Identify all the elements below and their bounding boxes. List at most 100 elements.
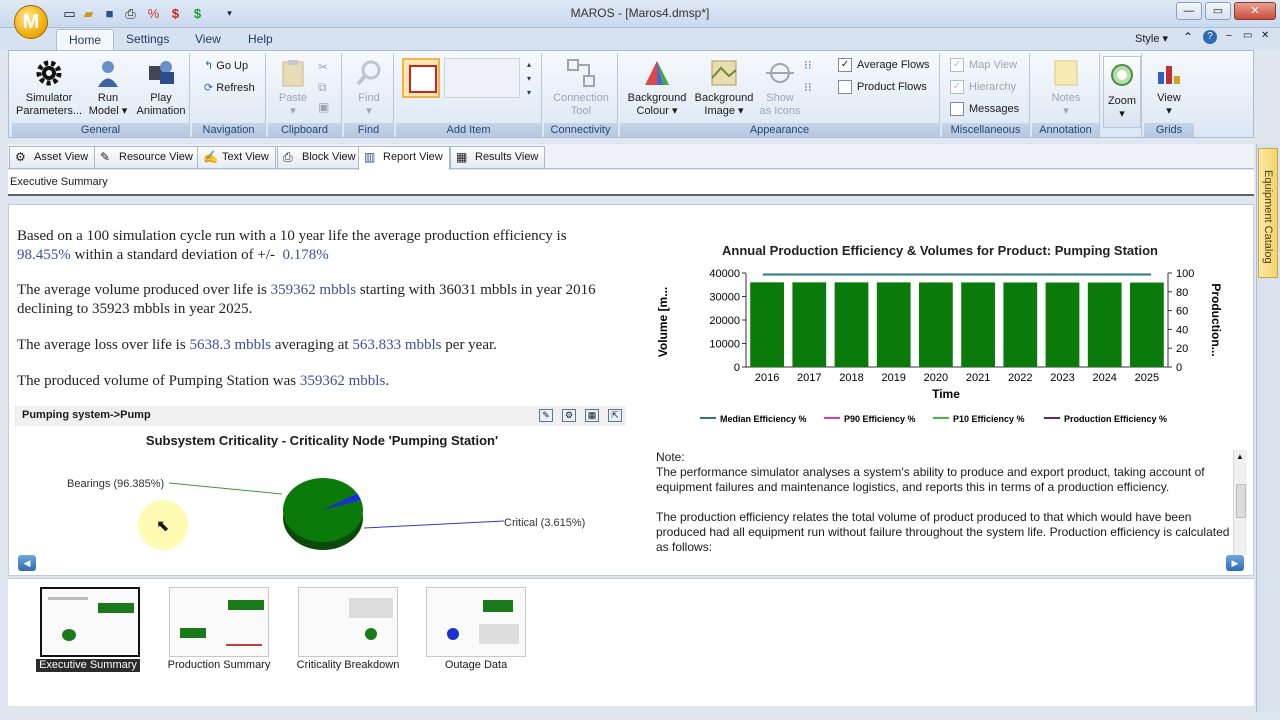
style-menu[interactable]: Style ▾: [1135, 32, 1168, 45]
zoom-icon: [1111, 64, 1133, 86]
list-dots-icon[interactable]: ⁝⁝: [804, 80, 812, 94]
next-page-button[interactable]: ▶: [1226, 555, 1244, 571]
cut-icon[interactable]: ✂: [318, 60, 328, 74]
average-flows-checkbox[interactable]: ✓ Average Flows: [838, 57, 930, 73]
tab-results-view[interactable]: ▦ Results View: [450, 146, 546, 168]
go-up-button[interactable]: ↰ Go Up: [204, 58, 248, 74]
group-label: Add Item: [396, 123, 541, 137]
y-tick-label: 40000: [709, 268, 740, 280]
scroll-up-icon[interactable]: ▲: [1236, 452, 1244, 461]
app-menu-button[interactable]: M: [14, 5, 48, 39]
x-tick-label: 2016: [755, 372, 779, 384]
tab-block-view[interactable]: ⎙ Block View: [277, 146, 363, 168]
group-label: Appearance: [620, 123, 939, 137]
product-flows-checkbox[interactable]: Product Flows: [838, 79, 927, 95]
messages-checkbox[interactable]: Messages: [950, 101, 1019, 117]
show-as-icons-button[interactable]: Show as Icons: [758, 58, 802, 118]
checkbox-checked-icon: ✓: [950, 80, 964, 95]
thumbnail-outage-data[interactable]: [426, 587, 526, 657]
thumbnail-criticality-breakdown[interactable]: [298, 587, 398, 657]
refresh-button[interactable]: ⟳ Refresh: [204, 80, 255, 96]
table-icon[interactable]: ▦: [585, 409, 599, 422]
tab-help[interactable]: Help: [236, 29, 285, 50]
gallery-scroll[interactable]: ▴ ▾ ▾: [522, 58, 536, 100]
pie-label-bearings: Bearings (96.385%): [67, 478, 164, 490]
grids-view-button[interactable]: View ▾: [1148, 58, 1190, 118]
note-paragraph-1: The performance simulator analyses a sys…: [656, 465, 1205, 494]
format-icon[interactable]: ▣: [318, 100, 329, 114]
copy-icon[interactable]: ⧉: [318, 80, 327, 95]
zoom-button[interactable]: Zoom ▾: [1103, 56, 1141, 128]
tab-settings[interactable]: Settings: [114, 29, 181, 50]
criticality-pie-chart: Bearings (96.385%) Critical (3.615%): [67, 478, 585, 550]
sticky-note-icon: [1054, 60, 1078, 86]
notes-button[interactable]: Notes ▾: [1036, 58, 1096, 118]
icons-view-icon: [766, 63, 794, 83]
legend-entry: Median Efficiency %: [720, 414, 807, 424]
window-title: MAROS - [Maros4.dmsp*]: [570, 6, 710, 20]
checkbox-checked-icon: ✓: [950, 58, 964, 73]
group-label: Grids: [1144, 123, 1194, 137]
connection-tool-button[interactable]: Connection Tool: [548, 58, 614, 118]
x-tick-label: 2021: [966, 372, 990, 384]
tab-resource-view[interactable]: ✎ Resource View: [94, 146, 200, 168]
collapse-ribbon-icon[interactable]: ⌃: [1183, 30, 1193, 44]
export-icon[interactable]: ⇱: [608, 409, 622, 422]
maximize-button[interactable]: ▭: [1205, 2, 1231, 20]
magnifier-icon: [356, 60, 381, 86]
bar-2017: [792, 282, 827, 367]
x-tick-label: 2022: [1008, 372, 1032, 384]
x-tick-label: 2017: [797, 372, 821, 384]
refresh-icon: ⟳: [204, 82, 214, 94]
tab-text-view[interactable]: ✍ Text View: [197, 146, 276, 168]
map-view-checkbox[interactable]: ✓ Map View: [950, 57, 1017, 73]
note-text: Note: The performance simulator analyses…: [656, 450, 1232, 555]
equipment-catalog-label: Equipment Catalog: [1262, 170, 1274, 264]
paste-button[interactable]: Paste ▾: [272, 58, 314, 118]
previous-page-button[interactable]: ◀: [18, 555, 36, 571]
add-item-gallery-selected[interactable]: [402, 58, 440, 98]
go-up-icon: ↰: [204, 60, 214, 72]
tab-home[interactable]: Home: [56, 29, 115, 50]
map-image-icon: [711, 60, 737, 86]
find-button[interactable]: Find ▾: [348, 58, 390, 118]
add-item-gallery[interactable]: [444, 58, 520, 98]
thumbnail-executive-summary[interactable]: [40, 587, 140, 657]
group-label: Annotation: [1032, 123, 1099, 137]
background-image-button[interactable]: Background Image ▾: [692, 58, 756, 118]
mdi-minimize-icon[interactable]: –: [1226, 30, 1232, 41]
y-tick-label: 20000: [709, 315, 740, 327]
colour-palette-icon: [645, 61, 669, 85]
close-button[interactable]: ✕: [1234, 2, 1276, 20]
grid-dots-icon[interactable]: ⁝⁝: [804, 58, 812, 72]
bar-2019: [876, 282, 911, 367]
bar-2018: [834, 282, 869, 367]
connection-icon: [567, 59, 595, 87]
bar-2020: [919, 282, 953, 367]
production-efficiency-chart: 0 10000 20000 30000 40000 0 20 40 60 80 100 2016 201…: [656, 268, 1223, 424]
y-axis-label: Volume [m...: [656, 287, 670, 357]
run-model-button[interactable]: Run Model ▾: [86, 58, 130, 118]
chart-settings-icon[interactable]: ⚙: [562, 409, 576, 422]
checkbox-checked-icon: ✓: [838, 58, 852, 73]
background-colour-button[interactable]: Background Colour ▾: [624, 58, 690, 118]
tab-report-view[interactable]: ▥ Report View: [358, 146, 450, 170]
block-view-icon: ⎙: [283, 150, 293, 164]
x-axis-label: Time: [932, 387, 960, 401]
thumbnail-production-summary[interactable]: [169, 587, 269, 657]
tab-asset-view[interactable]: ⚙ Asset View: [9, 146, 96, 168]
scroll-thumb[interactable]: [1236, 484, 1246, 518]
summary-paragraph-3: The average loss over life is 5638.3 mbb…: [17, 337, 497, 353]
mdi-close-icon[interactable]: ✕: [1261, 30, 1269, 41]
mdi-restore-icon[interactable]: ▭: [1243, 30, 1252, 41]
bar-2025: [1130, 282, 1164, 367]
note-scrollbar[interactable]: ▲: [1233, 450, 1247, 555]
play-animation-button[interactable]: Play Animation: [136, 58, 186, 118]
edit-chart-icon[interactable]: ✎: [539, 409, 553, 422]
minimize-button[interactable]: —: [1176, 2, 1202, 20]
help-icon[interactable]: ?: [1203, 30, 1217, 44]
hierarchy-checkbox[interactable]: ✓ Hierarchy: [950, 79, 1016, 95]
group-label: Miscellaneous: [942, 123, 1029, 137]
tab-view[interactable]: View: [183, 29, 233, 50]
simulator-parameters-button[interactable]: Simulator Parameters...: [16, 58, 82, 118]
